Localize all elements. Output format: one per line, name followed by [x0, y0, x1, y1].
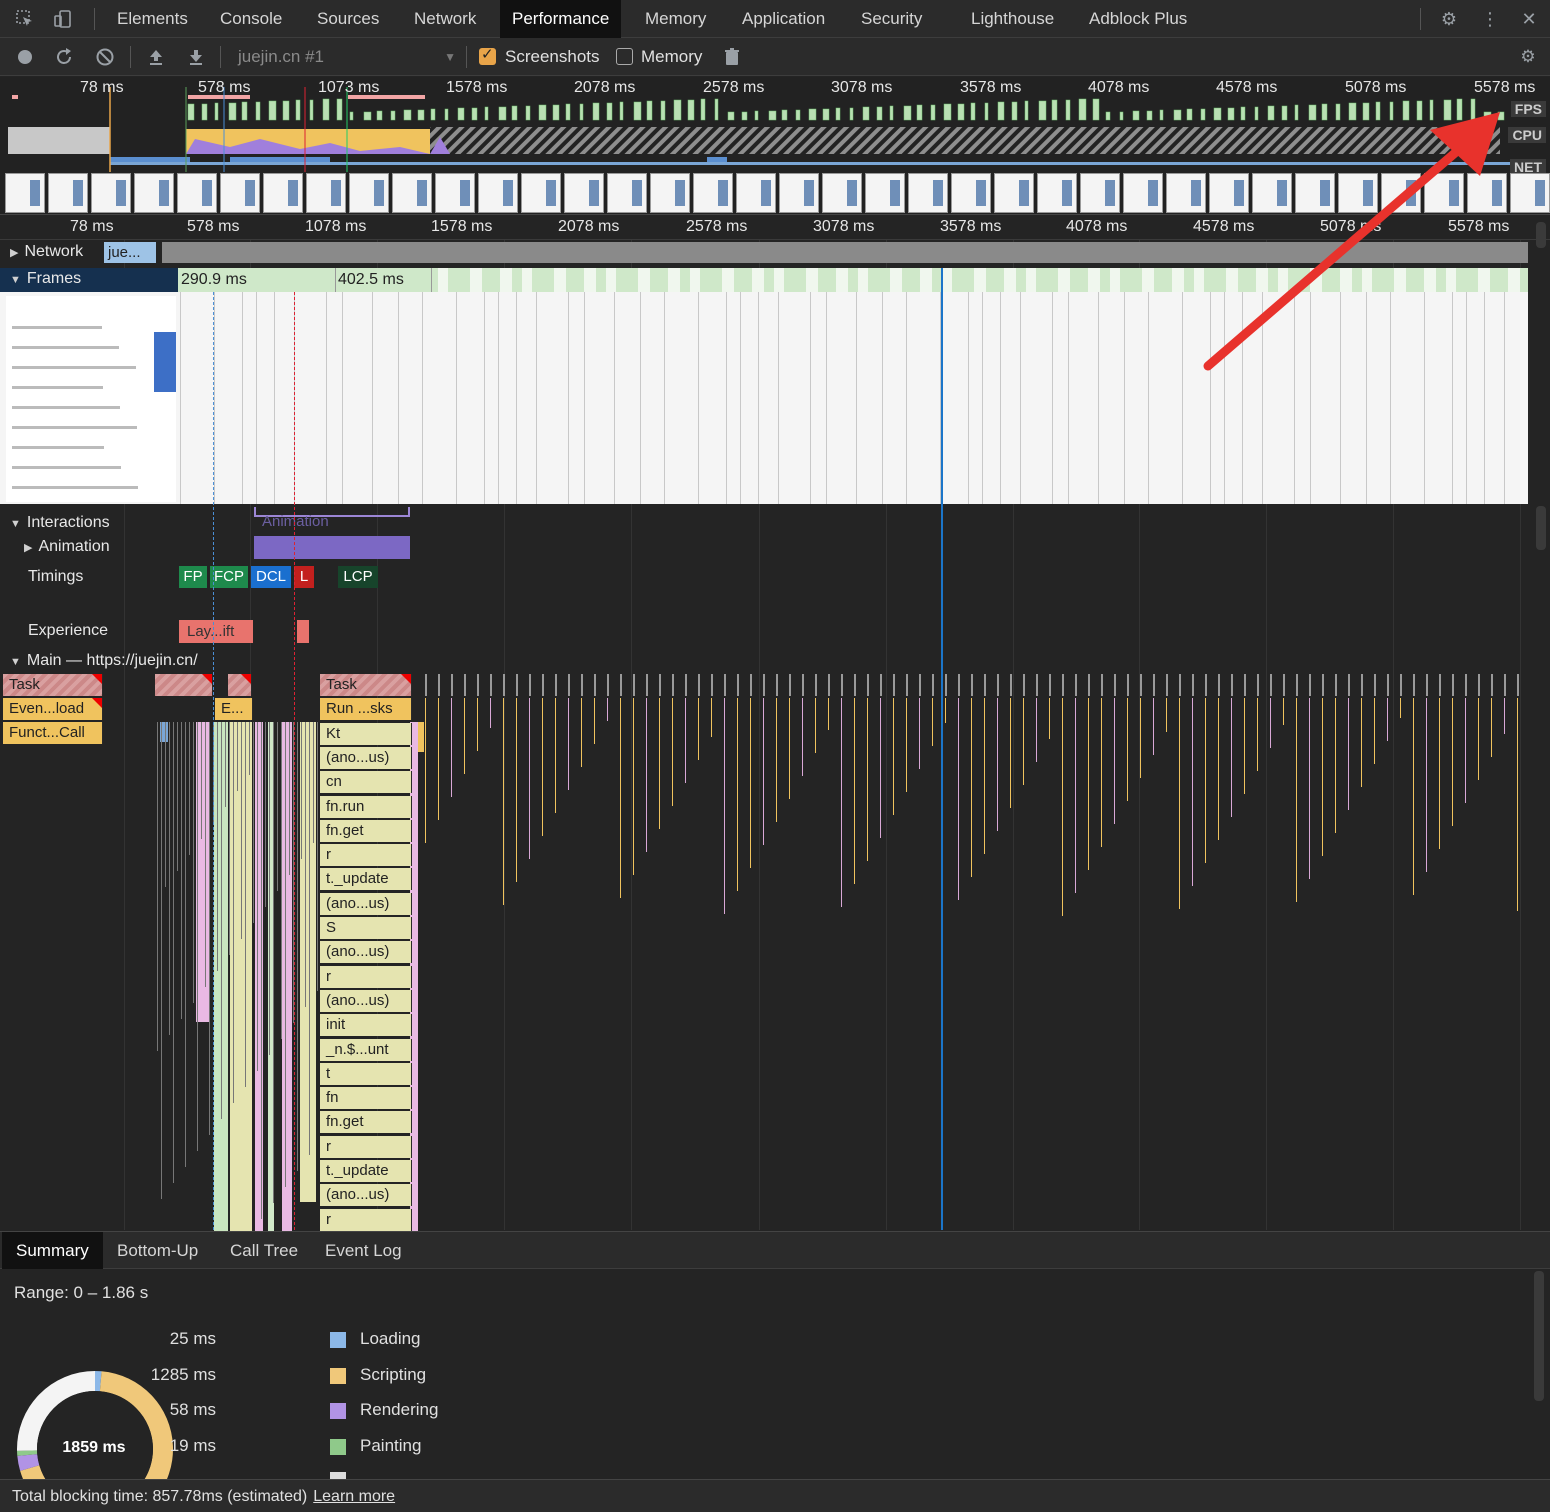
learn-more-link[interactable]: Learn more — [313, 1488, 395, 1505]
summary-scrollbar[interactable] — [1534, 1271, 1544, 1401]
range-text: Range: 0 – 1.86 s — [14, 1283, 149, 1302]
legend-name: Scripting — [360, 1364, 427, 1384]
legend-value: 1285 ms — [150, 1364, 216, 1384]
total-blocking-time-bar: Total blocking time: 857.78ms (estimated… — [0, 1479, 1550, 1512]
legend-value: 25 ms — [169, 1329, 216, 1348]
tab-summary[interactable]: Summary — [2, 1232, 103, 1270]
legend-swatch — [330, 1403, 346, 1419]
legend-name: Loading — [360, 1329, 421, 1348]
summary-panel: Range: 0 – 1.86 s 1859 ms 25 ms Loading 12… — [0, 1269, 1550, 1480]
legend-row-painting: 19 ms Painting — [0, 1436, 450, 1460]
legend-value: 58 ms — [169, 1400, 216, 1419]
details-tab-bar: Summary Bottom-Up Call Tree Event Log — [0, 1231, 1550, 1270]
legend-row-rendering: 58 ms Rendering — [0, 1400, 450, 1424]
legend-swatch — [330, 1438, 346, 1455]
legend-swatch — [330, 1332, 346, 1348]
tab-call-tree[interactable]: Call Tree — [216, 1232, 312, 1270]
legend-row-loading: 25 ms Loading — [0, 1329, 450, 1353]
legend-value: 19 ms — [169, 1435, 216, 1455]
legend-row-scripting: 1285 ms Scripting — [0, 1365, 450, 1389]
legend-swatch — [330, 1367, 346, 1384]
tab-event-log[interactable]: Event Log — [311, 1232, 416, 1270]
total-blocking-time-text: Total blocking time: 857.78ms (estimated… — [12, 1488, 308, 1505]
tab-bottom-up[interactable]: Bottom-Up — [103, 1232, 212, 1270]
legend-name: Painting — [360, 1435, 422, 1455]
legend-name: Rendering — [360, 1400, 439, 1419]
